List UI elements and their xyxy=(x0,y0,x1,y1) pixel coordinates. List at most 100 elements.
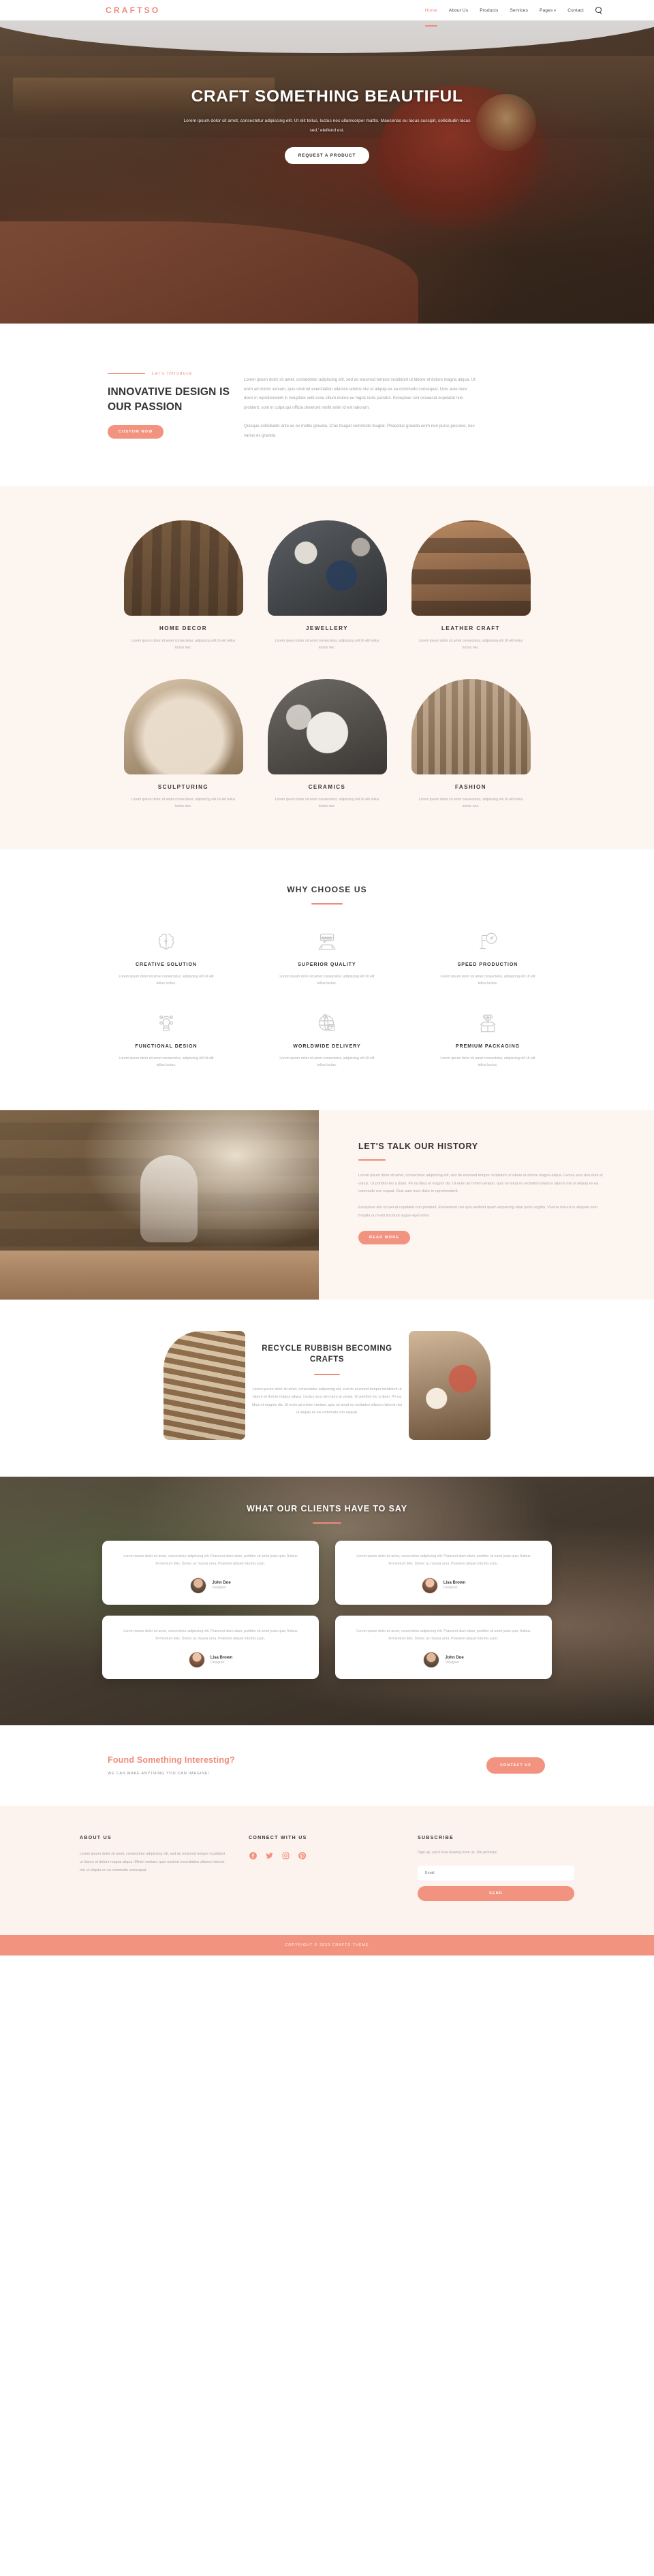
eyebrow-rule xyxy=(108,373,145,375)
intro-heading: INNOVATIVE DESIGN IS OUR PASSION xyxy=(108,386,230,413)
copyright-bar: COPYRIGHT © 2020 CRAFTO THEME xyxy=(0,1935,654,1956)
testimonial-name: Lisa Brown xyxy=(210,1655,233,1660)
trophy-box-icon xyxy=(420,1011,556,1037)
category-desc: Lorem ipsum dolor sit amet consectetur, … xyxy=(418,639,523,650)
why-feature-title: FUNCTIONAL DESIGN xyxy=(135,1043,198,1049)
testimonial-author: Lisa Brown Designer xyxy=(120,1652,301,1669)
why-feature: PREMIUM PACKAGING Lorem ipsum dolor sit … xyxy=(420,1011,556,1069)
testimonial-role: Designer xyxy=(445,1660,460,1665)
nav-item-pages[interactable]: Pages ▾ xyxy=(540,8,556,13)
nav-item-contact[interactable]: Contact xyxy=(567,8,584,13)
why-feature: SPEED PRODUCTION Lorem ipsum dolor sit a… xyxy=(420,929,556,988)
avatar xyxy=(190,1577,207,1594)
recycle-image-left xyxy=(164,1330,245,1440)
why-heading-rule xyxy=(311,902,343,905)
testimonial-author: John Doe Designer xyxy=(353,1652,534,1669)
category-title: FASHION xyxy=(454,783,487,790)
category-desc: Lorem ipsum dolor sit amet consectetur, … xyxy=(418,797,523,808)
social-links xyxy=(249,1851,397,1860)
history-paragraph-2: Excepteur sint occaecat cupidatat non pr… xyxy=(358,1206,598,1218)
copyright-text: COPYRIGHT © 2020 CRAFTO THEME xyxy=(285,1943,369,1948)
email-field[interactable] xyxy=(418,1866,574,1881)
why-feature: FUNCTIONAL DESIGN Lorem ipsum dolor sit … xyxy=(98,1011,234,1069)
testimonial-quote: Lorem ipsum dolor sit amet, consectetur … xyxy=(123,1629,298,1641)
nav-item-services[interactable]: Services xyxy=(510,8,529,13)
site-logo[interactable]: CRAFTSO xyxy=(106,5,160,15)
nav-item-about-us[interactable]: About Us xyxy=(449,8,468,13)
intro-paragraph-1: Lorem ipsum dolor sit amet, consectetur … xyxy=(244,377,476,411)
category-image-jewellery xyxy=(267,520,387,616)
category-card[interactable]: JEWELLERY Lorem ipsum dolor sit amet con… xyxy=(267,520,387,651)
cta-text-block: Found Something Interesting? WE CAN MAKE… xyxy=(0,1755,235,1776)
recycle-image-right xyxy=(409,1330,490,1440)
cta-heading: Found Something Interesting? xyxy=(108,1755,235,1765)
testimonial-card: Lorem ipsum dolor sit amet, consectetur … xyxy=(102,1615,319,1680)
why-feature-title: CREATIVE SOLUTION xyxy=(136,962,197,967)
category-card[interactable]: FASHION Lorem ipsum dolor sit amet conse… xyxy=(411,678,531,810)
chevron-down-icon: ▾ xyxy=(554,8,557,13)
page-root: CRAFTSO Home About Us Products Services … xyxy=(0,0,654,1956)
category-image-home-decor xyxy=(123,520,243,616)
why-feature-desc: Lorem ipsum dolor sit amet consectetur, … xyxy=(279,974,375,986)
history-image xyxy=(0,1110,319,1300)
history-heading: LET'S TALK OUR HISTORY xyxy=(358,1141,478,1151)
avatar xyxy=(423,1652,440,1669)
history-section: LET'S TALK OUR HISTORY Lorem ipsum dolor… xyxy=(0,1110,654,1300)
facebook-icon[interactable] xyxy=(249,1851,258,1860)
why-feature-title: WORLDWIDE DELIVERY xyxy=(293,1043,361,1049)
speed-gauge-icon xyxy=(420,929,556,955)
why-feature-title: PREMIUM PACKAGING xyxy=(455,1043,520,1049)
recycle-content: RECYCLE RUBBISH BECOMING CRAFTS Lorem ip… xyxy=(245,1331,409,1417)
why-feature: SUPERIOR QUALITY Lorem ipsum dolor sit a… xyxy=(259,929,395,988)
recycle-heading: RECYCLE RUBBISH BECOMING CRAFTS xyxy=(262,1344,392,1364)
globe-delivery-icon xyxy=(259,1011,395,1037)
history-paragraph-1: Lorem ipsum dolor sit amet, consectetur … xyxy=(358,1173,603,1194)
category-title: CERAMICS xyxy=(308,783,346,790)
testimonial-role: Designer xyxy=(210,1660,225,1665)
instagram-icon[interactable] xyxy=(281,1851,290,1860)
category-card[interactable]: LEATHER CRAFT Lorem ipsum dolor sit amet… xyxy=(411,520,531,651)
request-a-product-button[interactable]: REQUEST A PRODUCT xyxy=(284,147,370,165)
twitter-icon[interactable] xyxy=(265,1851,274,1860)
why-feature-desc: Lorem ipsum dolor sit amet consectetur, … xyxy=(279,1056,375,1068)
search-icon[interactable] xyxy=(595,6,603,14)
recycle-section: RECYCLE RUBBISH BECOMING CRAFTS Lorem ip… xyxy=(0,1299,654,1477)
intro-left-column: Let's Introduce INNOVATIVE DESIGN IS OUR… xyxy=(0,371,238,440)
nav-item-products[interactable]: Products xyxy=(480,8,498,13)
recycle-paragraph: Lorem ipsum dolor sit amet, consectetur … xyxy=(252,1387,402,1415)
pen-tool-icon xyxy=(98,1011,234,1037)
pinterest-icon[interactable] xyxy=(298,1851,307,1860)
custom-now-button[interactable]: CUSTOM NOW xyxy=(108,425,164,439)
category-card[interactable]: HOME DECOR Lorem ipsum dolor sit amet co… xyxy=(123,520,243,651)
site-footer: ABOUT US Lorem ipsum dolor sit amet, con… xyxy=(0,1805,654,1936)
footer-about-text: Lorem ipsum dolor sit amet, consectetur … xyxy=(80,1851,225,1872)
category-card[interactable]: CERAMICS Lorem ipsum dolor sit amet cons… xyxy=(267,678,387,810)
category-title: SCULPTURING xyxy=(157,783,209,790)
category-title: JEWELLERY xyxy=(305,625,349,632)
review-stars-icon xyxy=(259,929,395,955)
hero-content: CRAFT SOMETHING BEAUTIFUL Lorem ipsum do… xyxy=(0,20,654,165)
history-table-decor xyxy=(0,1250,319,1300)
history-heading-rule xyxy=(358,1159,386,1161)
testimonial-role: Designer xyxy=(443,1586,458,1590)
why-grid: CREATIVE SOLUTION Lorem ipsum dolor sit … xyxy=(0,929,654,1069)
footer-subscribe-column: SUBSCRIBE Sign up, you'll love hearing f… xyxy=(418,1836,574,1902)
footer-connect-column: CONNECT WITH US xyxy=(249,1836,397,1902)
intro-paragraph-2: Quisque sollicitudin ante ac ex mattis g… xyxy=(244,423,475,438)
category-card[interactable]: SCULPTURING Lorem ipsum dolor sit amet c… xyxy=(123,678,243,810)
contact-us-button[interactable]: CONTACT US xyxy=(486,1757,545,1774)
nav-item-pages-label: Pages xyxy=(540,7,553,13)
testimonial-name: Lisa Brown xyxy=(443,1581,466,1586)
recycle-heading-rule xyxy=(314,1373,340,1376)
read-more-button[interactable]: READ MORE xyxy=(358,1230,411,1244)
category-title: HOME DECOR xyxy=(159,625,208,632)
cta-subheading: WE CAN MAKE ANYTHING YOU CAN IMAGINE! xyxy=(108,1771,210,1776)
testimonial-quote: Lorem ipsum dolor sit amet, consectetur … xyxy=(356,1554,531,1566)
testimonial-name: John Doe xyxy=(445,1655,464,1660)
testimonial-author: John Doe Designer xyxy=(120,1577,301,1594)
send-button[interactable]: SEND xyxy=(418,1886,574,1902)
nav-item-home[interactable]: Home xyxy=(424,8,438,27)
site-header: CRAFTSO Home About Us Products Services … xyxy=(0,0,654,27)
testimonial-card: Lorem ipsum dolor sit amet, consectetur … xyxy=(102,1540,319,1605)
category-image-fashion xyxy=(411,678,531,774)
